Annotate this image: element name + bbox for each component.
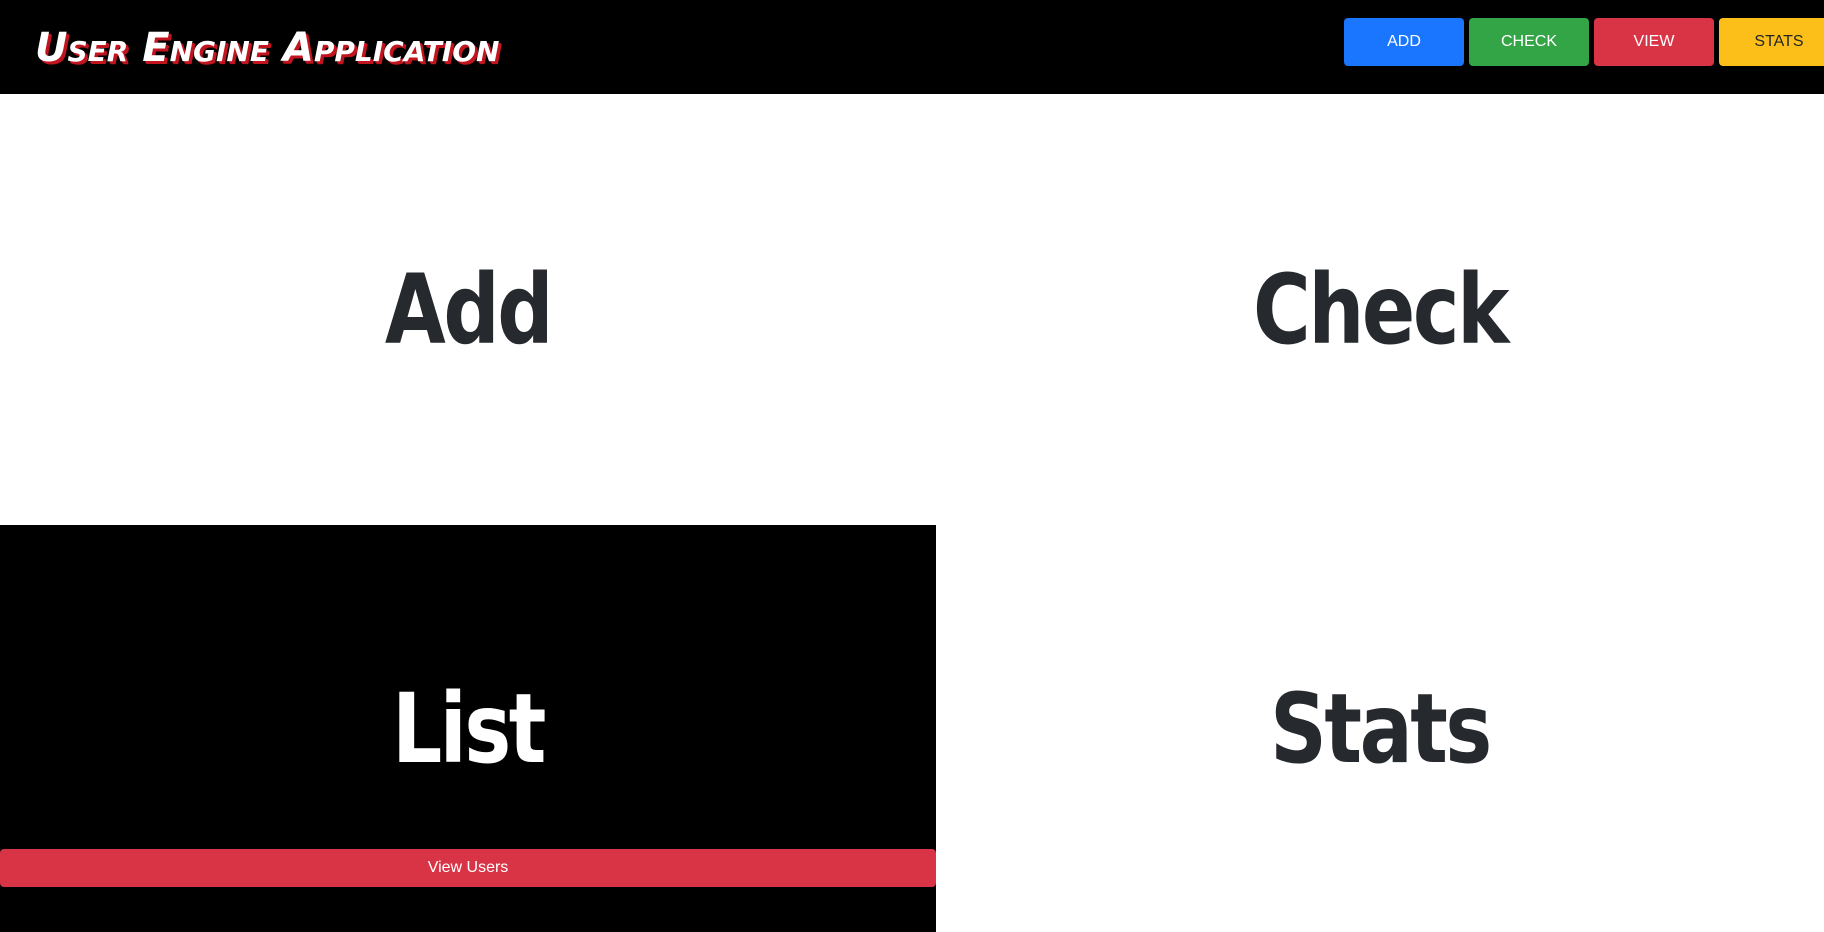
navbar: User Engine Application ADD CHECK VIEW S…	[0, 0, 1824, 94]
list-panel[interactable]: List View Users	[0, 525, 936, 932]
check-panel[interactable]: Check	[936, 94, 1824, 525]
add-panel-title: Add	[384, 253, 554, 366]
stats-panel[interactable]: Stats	[936, 525, 1824, 932]
nav-stats-button[interactable]: STATS	[1719, 18, 1824, 66]
nav-check-button[interactable]: CHECK	[1469, 18, 1589, 66]
stats-panel-title: Stats	[1270, 672, 1492, 785]
nav-view-button[interactable]: VIEW	[1594, 18, 1714, 66]
view-users-button[interactable]: View Users	[0, 849, 936, 887]
app-title[interactable]: User Engine Application	[35, 24, 499, 72]
nav-buttons: ADD CHECK VIEW STATS	[1344, 18, 1824, 66]
nav-add-button[interactable]: ADD	[1344, 18, 1464, 66]
check-panel-title: Check	[1253, 253, 1509, 366]
add-panel[interactable]: Add	[0, 94, 936, 525]
